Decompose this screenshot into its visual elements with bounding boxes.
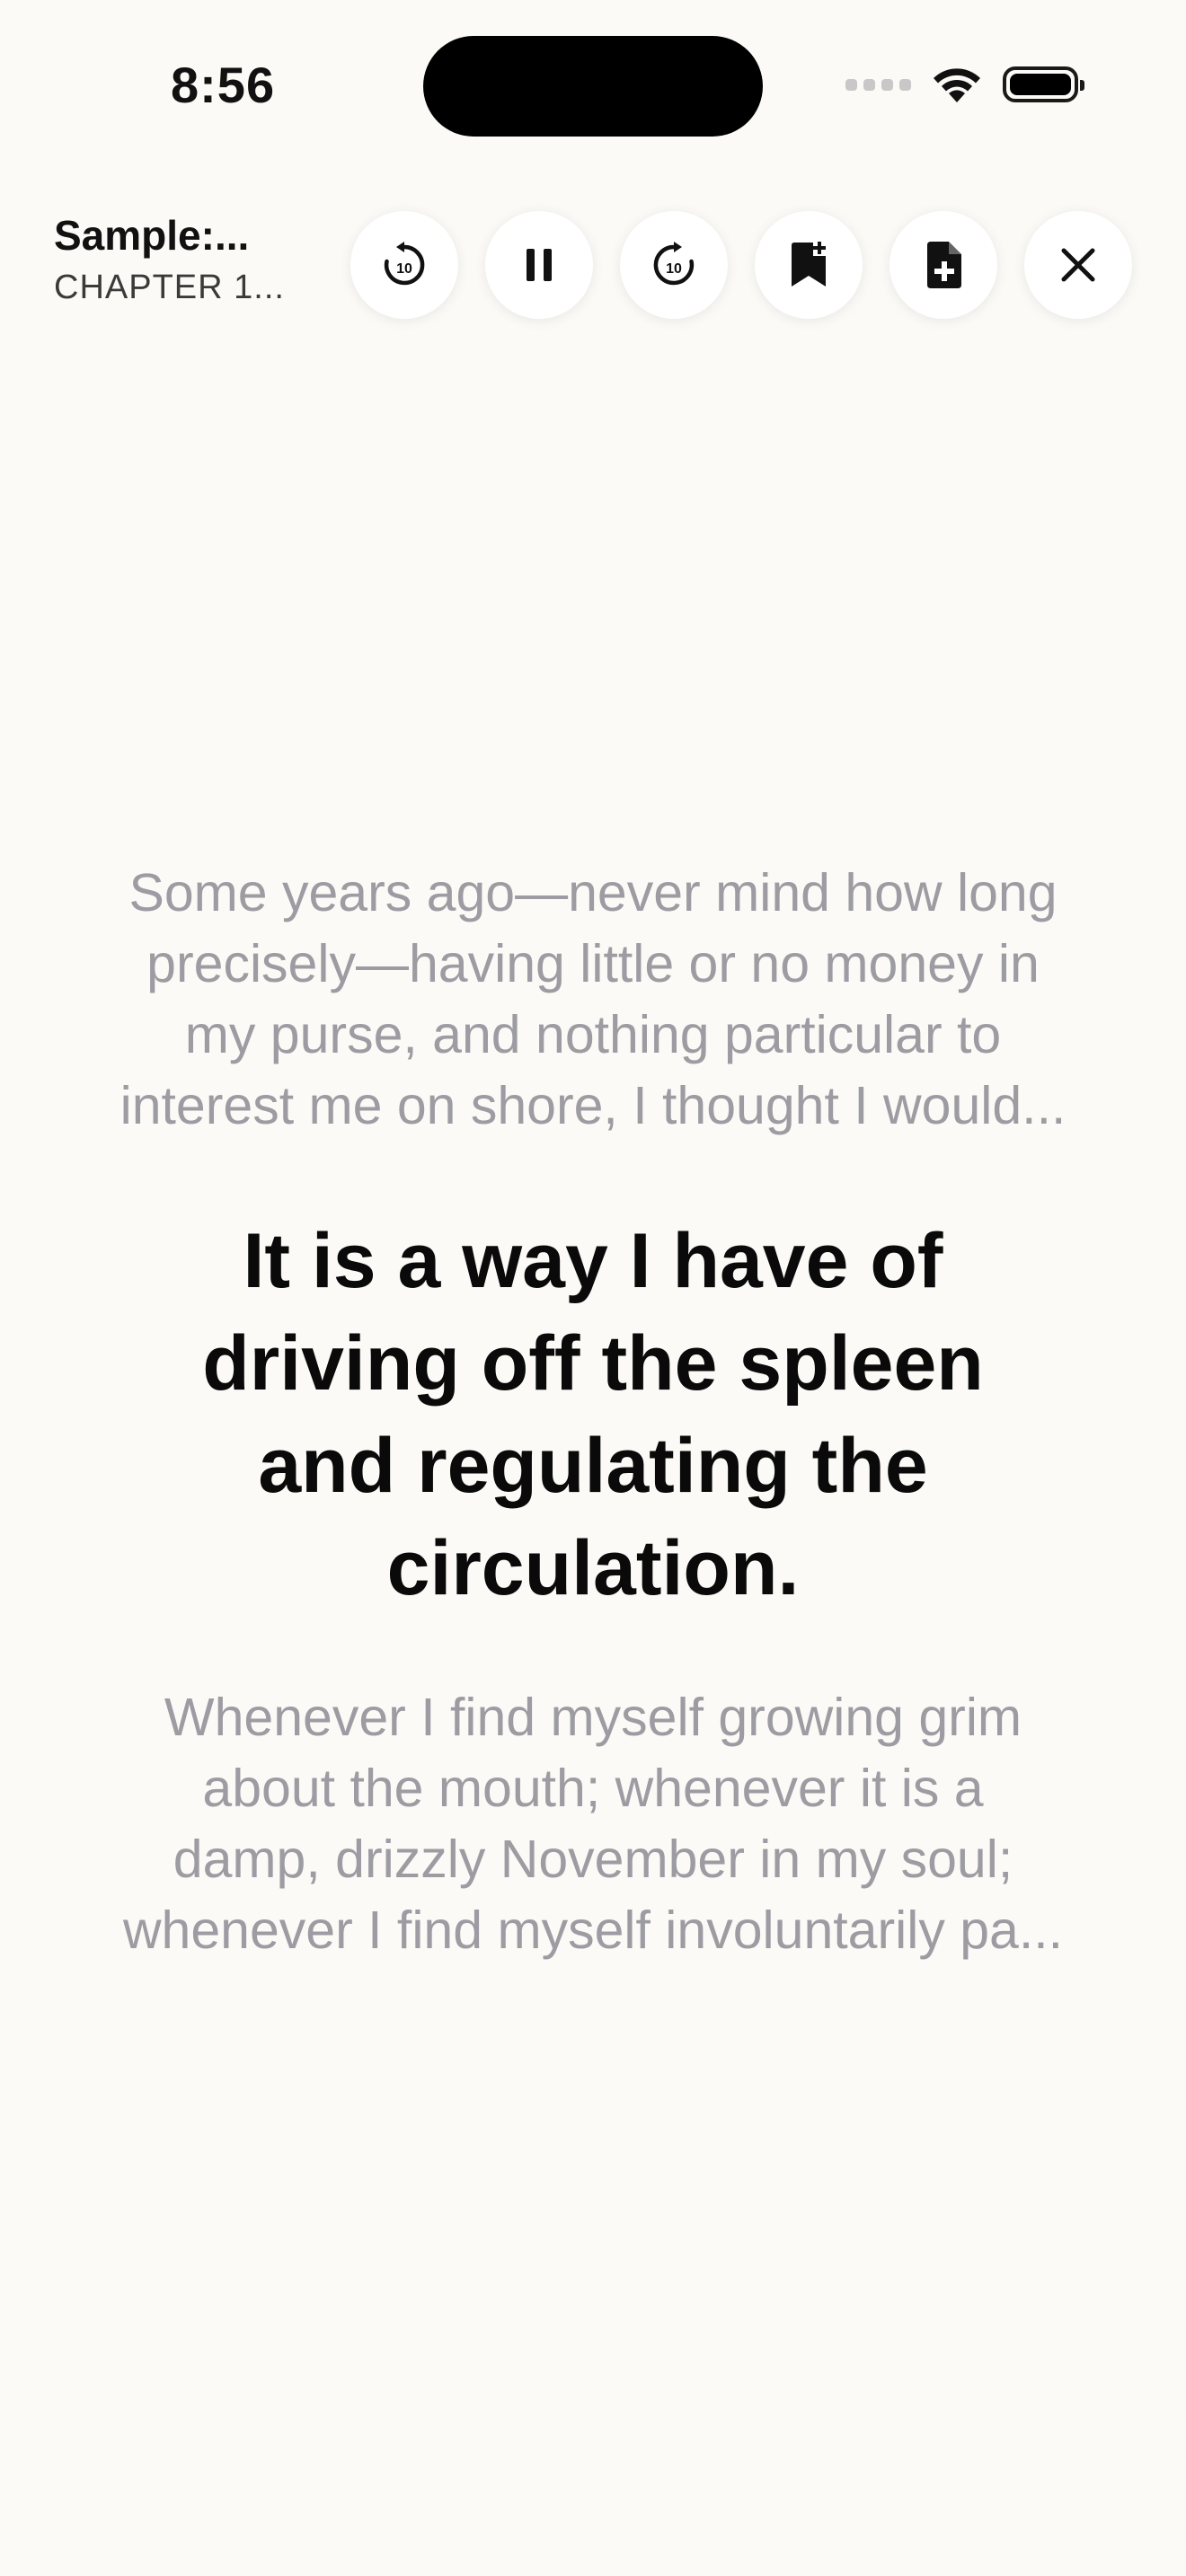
pause-button[interactable] — [485, 211, 593, 319]
status-bar: 8:56 — [0, 0, 1186, 171]
previous-paragraph-line: my purse, and nothing particular to — [184, 1005, 1002, 1064]
close-icon — [1061, 248, 1095, 282]
skip-forward-10-button[interactable]: 10 — [620, 211, 728, 319]
wifi-icon — [934, 68, 980, 102]
skip-back-10-button[interactable]: 10 — [350, 211, 458, 319]
add-bookmark-button[interactable] — [755, 211, 863, 319]
rewind-10-icon: 10 — [384, 242, 425, 286]
svg-text:10: 10 — [666, 261, 682, 277]
svg-text:10: 10 — [396, 261, 412, 277]
player-header: Sample:... CHAPTER 1... 10 10 — [0, 207, 1186, 323]
document-plus-icon — [927, 242, 961, 288]
chapter-label: CHAPTER 1... — [54, 269, 285, 306]
add-note-button[interactable] — [890, 211, 997, 319]
current-sentence[interactable]: It is a way I have of driving off the sp… — [135, 1210, 1051, 1619]
previous-paragraph[interactable]: Some years ago—never mind how long preci… — [72, 858, 1114, 1142]
previous-paragraph-line: interest me on shore, I thought I would.… — [119, 1076, 1067, 1135]
playback-controls: 10 10 — [350, 211, 1132, 319]
status-icons — [845, 65, 1084, 104]
battery-icon — [1003, 66, 1084, 102]
next-paragraph-line: damp, drizzly November in my soul; — [173, 1830, 1013, 1889]
cellular-signal-icon — [845, 78, 911, 91]
previous-paragraph-line: precisely—having little or no money in — [146, 934, 1040, 993]
previous-paragraph-line: Some years ago—never mind how long — [128, 863, 1058, 922]
bookmark-plus-icon — [792, 242, 826, 287]
next-paragraph[interactable]: Whenever I find myself growing grim abou… — [72, 1682, 1114, 1966]
dynamic-island — [423, 36, 763, 137]
close-button[interactable] — [1024, 211, 1132, 319]
next-paragraph-line: Whenever I find myself growing grim — [164, 1688, 1022, 1747]
next-paragraph-line: whenever I find myself involuntarily pa.… — [122, 1901, 1064, 1960]
forward-10-icon: 10 — [653, 242, 695, 286]
book-title: Sample:... — [54, 212, 250, 259]
pause-icon — [527, 249, 552, 281]
next-paragraph-line: about the mouth; whenever it is a — [202, 1759, 984, 1818]
status-time: 8:56 — [171, 57, 276, 113]
book-info[interactable]: Sample:... CHAPTER 1... — [54, 207, 323, 311]
